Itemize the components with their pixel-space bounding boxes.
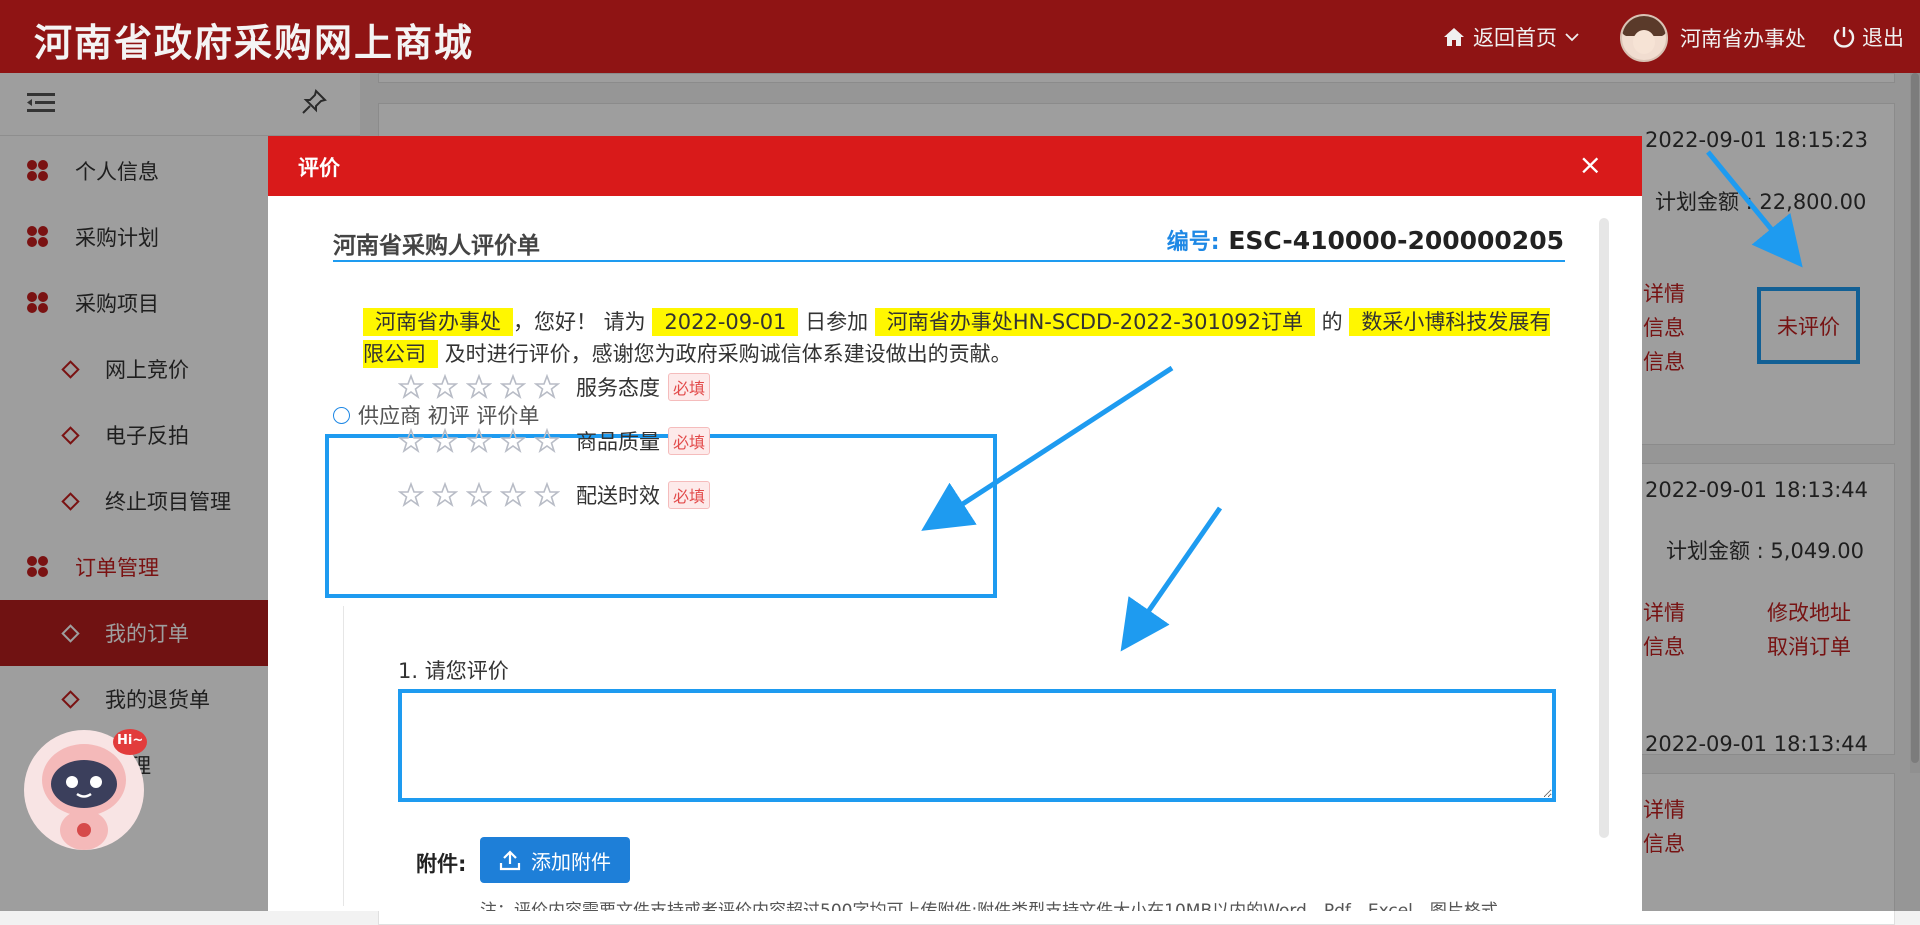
star-rating[interactable] [398,374,560,400]
add-attachment-label: 添加附件 [531,849,611,874]
star-icon[interactable] [466,374,492,400]
logout-button[interactable]: 退出 [1832,22,1904,52]
rating-highlight-box [325,434,997,598]
attachment-note: 注：评价内容需要文件支持或者评价内容超过500字均可上传附件;附件类型支持文件大… [480,901,1498,911]
star-icon[interactable] [500,428,526,454]
rating-row-quality: 商品质量 必填 [398,426,711,456]
top-header: 河南省政府采购网上商城 返回首页 河南省办事处 退出 [0,0,1920,73]
star-rating[interactable] [398,428,560,454]
star-icon[interactable] [534,374,560,400]
rating-label: 服务态度 [576,376,660,400]
site-title: 河南省政府采购网上商城 [34,20,475,65]
form-code-value: ESC-410000-200000205 [1228,226,1564,255]
home-menu[interactable]: 返回首页 [1443,22,1579,52]
star-icon[interactable] [432,482,458,508]
required-badge: 必填 [668,481,711,509]
add-attachment-button[interactable]: 添加附件 [480,837,630,883]
home-label: 返回首页 [1473,26,1557,50]
intro-text: 河南省办事处 ，您好！ 请为 2022-09-01 日参加 河南省办事处HN-SC… [363,306,1563,370]
star-rating[interactable] [398,482,560,508]
star-icon[interactable] [534,428,560,454]
star-icon[interactable] [466,482,492,508]
chat-badge: Hi~ [117,733,144,748]
rating-row-service: 服务态度 必填 [398,372,711,402]
logout-label: 退出 [1862,26,1904,50]
avatar [1620,14,1668,62]
star-icon[interactable] [432,428,458,454]
modal-scrollbar[interactable] [1599,218,1609,838]
form-title: 河南省采购人评价单 [333,233,540,259]
modal-header: 评价 × [268,136,1642,196]
form-code: 编号: ESC-410000-200000205 [1167,224,1564,256]
review-modal: 评价 × 河南省采购人评价单 编号: ESC-410000-200000205 … [268,136,1642,911]
section-guide-line [343,606,344,906]
user-menu[interactable]: 河南省办事处 [1620,14,1806,62]
comment-textarea[interactable] [398,689,1556,802]
close-icon[interactable]: × [1579,150,1602,180]
rating-label: 配送时效 [576,484,660,508]
star-icon[interactable] [466,428,492,454]
intro-de: 的 [1321,310,1343,334]
divider [333,260,1565,262]
modal-title: 评价 [298,156,340,180]
user-name: 河南省办事处 [1680,27,1806,51]
rating-label: 商品质量 [576,430,660,454]
buyer-name: 河南省办事处 [363,308,513,336]
intro-tail: 及时进行评价，感谢您为政府采购诚信体系建设做出的贡献。 [444,342,1012,366]
power-icon [1833,27,1855,48]
star-icon[interactable] [500,374,526,400]
home-icon [1444,28,1464,46]
intro-mid: 日参加 [805,310,869,334]
intro-greeting: ，您好！ 请为 [513,310,646,334]
star-icon[interactable] [500,482,526,508]
star-icon[interactable] [432,374,458,400]
chat-assistant-button[interactable]: Hi~ [22,720,147,865]
star-icon[interactable] [534,482,560,508]
required-badge: 必填 [668,427,711,455]
required-badge: 必填 [668,373,711,401]
star-icon[interactable] [398,374,424,400]
star-icon[interactable] [398,428,424,454]
attachment-label: 附件: [416,852,467,876]
comment-label: 1. 请您评价 [398,659,509,683]
order-reference: 河南省办事处HN-SCDD-2022-301092订单 [874,308,1315,336]
star-icon[interactable] [398,482,424,508]
form-code-label: 编号: [1166,230,1220,255]
radio-icon[interactable] [333,406,350,424]
rating-row-delivery: 配送时效 必填 [398,480,711,510]
upload-icon [499,850,521,871]
participation-date: 2022-09-01 [652,308,799,336]
chevron-down-icon [1565,33,1579,42]
